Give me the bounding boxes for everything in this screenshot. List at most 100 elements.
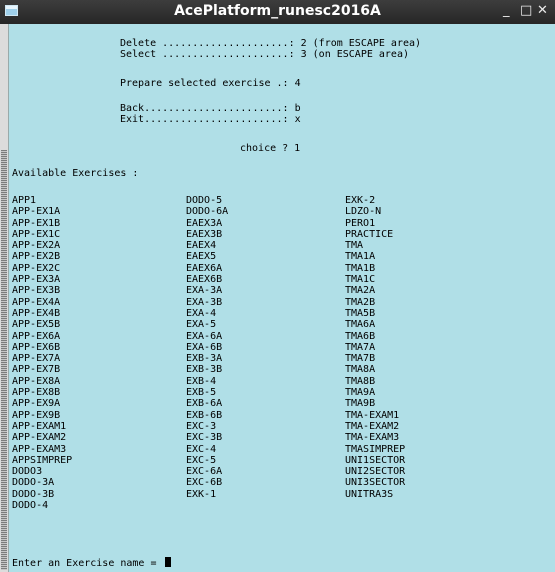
exercise-item: EXB-6B	[186, 409, 223, 421]
maximize-button[interactable]: □	[520, 3, 532, 18]
exercise-item: APP-EX8B	[12, 387, 61, 399]
exercise-item: TMA7B	[345, 353, 376, 365]
exercise-item: APP1	[12, 195, 37, 206]
exercise-item: EAEX6B	[186, 274, 223, 286]
exercise-item: TMA5B	[345, 307, 376, 319]
exercise-item: APP-EX6A	[12, 330, 61, 342]
exercise-item: TMA1A	[345, 251, 376, 263]
exercise-item: EXC-3B	[186, 432, 223, 444]
exercise-item: APP-EX5B	[12, 319, 61, 331]
exercise-item: EXC-4	[186, 443, 217, 455]
text-cursor	[164, 557, 171, 567]
exercise-item: TMA6B	[345, 330, 376, 342]
exercise-item: TMA	[345, 240, 364, 252]
menu-option-select: Select .....................: 3 (on ESCA…	[120, 49, 409, 60]
exercise-item: TMA9A	[345, 387, 376, 399]
menu-option-prepare: Prepare selected exercise .: 4	[120, 78, 301, 89]
exercise-item: DODO-6A	[186, 206, 229, 218]
exercise-item: APP-EX4B	[12, 307, 61, 319]
exercise-item: APP-EX1B	[12, 217, 61, 229]
exercise-item: EXB-3B	[186, 364, 223, 376]
exercise-item: EXB-4	[186, 375, 217, 387]
exercise-item: APPSIMPREP	[12, 454, 73, 466]
exercise-item: EAEX5	[186, 251, 217, 263]
exercise-item: APP-EX7A	[12, 353, 61, 365]
exercise-item: APP-EX4A	[12, 296, 61, 308]
exercise-item: EXA-4	[186, 307, 217, 319]
exercise-item: TMA9B	[345, 398, 376, 410]
exercise-item: TMA8A	[345, 364, 376, 376]
exercise-item: DODO-5	[186, 195, 223, 206]
minimize-button[interactable]: _	[503, 3, 510, 18]
exercise-item: EAEX3A	[186, 217, 223, 229]
exercise-item: EXA-5	[186, 319, 217, 331]
exercise-column-1: APP1 APP-EX1A APP-EX1B APP-EX1C APP-EX2A APP-…	[12, 195, 72, 511]
exercise-item: UNI1SECTOR	[345, 454, 406, 466]
exercise-item: APP-EX3A	[12, 274, 61, 286]
exercise-item: DODO-3A	[12, 477, 55, 489]
exercise-item: APP-EXAM2	[12, 432, 67, 444]
exercise-item: EXB-3A	[186, 353, 223, 365]
scrollbar-thumb[interactable]	[1, 150, 7, 570]
available-exercises-heading: Available Exercises :	[12, 168, 139, 179]
exercise-item: APP-EX2C	[12, 262, 61, 274]
window-title: AcePlatform_runesc2016A	[174, 3, 381, 19]
exercise-column-3: EXK-2 LDZO-N PERO1 PRACTICE TMA TMA1A TMA1B TMA…	[345, 195, 405, 500]
exercise-item: UNITRA3S	[345, 488, 394, 500]
exercise-item: LDZO-N	[345, 206, 382, 218]
exercise-item: APP-EX6B	[12, 341, 61, 353]
exercise-item: EXA-3B	[186, 296, 223, 308]
exercise-item: APP-EX9B	[12, 409, 61, 421]
exercise-item: APP-EX8A	[12, 375, 61, 387]
exercise-item: APP-EX7B	[12, 364, 61, 376]
exercise-item: TMA1C	[345, 274, 376, 286]
scrollbar[interactable]	[0, 24, 9, 572]
exercise-item: TMASIMPREP	[345, 443, 406, 455]
exercise-item: EXB-5	[186, 387, 217, 399]
exercise-item: UNI2SECTOR	[345, 466, 406, 478]
menu-option-delete: Delete .....................: 2 (from ES…	[120, 38, 422, 49]
exercise-item: TMA-EXAM3	[345, 432, 400, 444]
exercise-item: TMA2A	[345, 285, 376, 297]
exercise-item: APP-EX9A	[12, 398, 61, 410]
exercise-item: APP-EX2B	[12, 251, 61, 263]
exercise-item: TMA1B	[345, 262, 376, 274]
menu-option-back: Back.......................: b	[120, 103, 301, 114]
exercise-item: EAEX6A	[186, 262, 223, 274]
exercise-item: PRACTICE	[345, 228, 394, 240]
exercise-item: EXC-5	[186, 454, 217, 466]
exercise-item: TMA6A	[345, 319, 376, 331]
exercise-item: PERO1	[345, 217, 376, 229]
exercise-item: TMA7A	[345, 341, 376, 353]
exercise-item: EXK-2	[345, 195, 376, 206]
prompt-line[interactable]: Enter an Exercise name =	[12, 557, 171, 569]
exercise-item: EXA-6B	[186, 341, 223, 353]
menu-option-exit: Exit.......................: x	[120, 114, 301, 125]
exercise-item: EXA-3A	[186, 285, 223, 297]
exercise-item: DODO-3B	[12, 488, 55, 500]
choice-line: choice ? 1	[240, 143, 301, 154]
exercise-item: EXC-6A	[186, 466, 223, 478]
exercise-item: TMA-EXAM1	[345, 409, 400, 421]
exercise-item: EXK-1	[186, 488, 217, 500]
exercise-item: APP-EX1C	[12, 228, 61, 240]
exercise-item: EAEX4	[186, 240, 217, 252]
exercise-item: EXC-6B	[186, 477, 223, 489]
exercise-item: UNI3SECTOR	[345, 477, 406, 489]
exercise-column-2: DODO-5 DODO-6A EAEX3A EAEX3B EAEX4 EAEX5 EAEX6…	[186, 195, 228, 500]
exercise-item: DODO3	[12, 466, 43, 478]
exercise-item: APP-EXAM3	[12, 443, 67, 455]
exercise-item: EXC-3	[186, 420, 217, 432]
exercise-item: APP-EX2A	[12, 240, 61, 252]
close-button[interactable]: ✕	[537, 3, 548, 18]
exercise-item: EAEX3B	[186, 228, 223, 240]
exercise-item: TMA-EXAM2	[345, 420, 400, 432]
exercise-item: APP-EXAM1	[12, 420, 67, 432]
exercise-item: TMA2B	[345, 296, 376, 308]
exercise-item: TMA8B	[345, 375, 376, 387]
prompt-text: Enter an Exercise name =	[12, 558, 163, 569]
exercise-item: APP-EX1A	[12, 206, 61, 218]
exercise-item: EXB-6A	[186, 398, 223, 410]
title-bar[interactable]: AcePlatform_runesc2016A _ □ ✕	[0, 0, 555, 24]
exercise-item: APP-EX3B	[12, 285, 61, 297]
